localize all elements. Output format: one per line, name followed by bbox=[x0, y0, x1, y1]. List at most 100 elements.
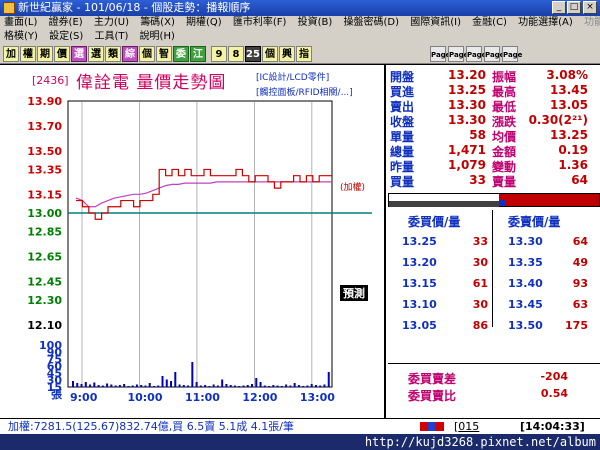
quote-value-2: 13.05 bbox=[550, 98, 588, 112]
menu-item-function-op[interactable]: 功能操作(F) bbox=[580, 16, 600, 30]
menu-item-finance[interactable]: 金融(C) bbox=[468, 16, 511, 30]
menu-item-settings[interactable]: 設定(S) bbox=[45, 30, 87, 44]
toolbar-button[interactable]: 權 bbox=[20, 46, 36, 62]
quote-value: 33 bbox=[469, 173, 486, 187]
quote-value: 13.30 bbox=[448, 98, 486, 112]
toolbar-button[interactable]: 加 bbox=[3, 46, 19, 62]
quote-row: 總量 1,471 金額 0.19 bbox=[388, 143, 600, 159]
page-button[interactable]: Page bbox=[502, 46, 522, 62]
toolbar-button[interactable]: 綜 bbox=[122, 46, 138, 62]
toolbar-button[interactable]: 興 bbox=[279, 46, 295, 62]
volume-bar bbox=[233, 385, 236, 387]
toolbar-button[interactable]: 智 bbox=[156, 46, 172, 62]
page-button[interactable]: Page bbox=[448, 46, 468, 62]
volume-bar bbox=[148, 383, 151, 387]
x-tick-label: 12:00 bbox=[242, 391, 277, 404]
quote-value-2: 64 bbox=[571, 173, 588, 187]
menu-item-securities[interactable]: 證券(E) bbox=[45, 16, 87, 30]
volume-bar bbox=[110, 384, 113, 387]
menu-item-password[interactable]: 操盤密碼(D) bbox=[340, 16, 404, 30]
toolbar: 加權期價選選類綜個智委江 9 8 25 個興指 Page Page Page Page Page bbox=[0, 44, 600, 64]
volume-bar bbox=[302, 386, 305, 387]
volume-bar bbox=[152, 386, 155, 387]
menu-item-major[interactable]: 主力(U) bbox=[90, 16, 133, 30]
toolbar-button[interactable]: 指 bbox=[296, 46, 312, 62]
volume-bar bbox=[101, 385, 104, 387]
volume-bar bbox=[161, 376, 164, 387]
volume-bar bbox=[259, 382, 262, 387]
volume-bar bbox=[106, 383, 109, 387]
toolbar-button[interactable]: 江 bbox=[190, 46, 206, 62]
page-button[interactable]: Page bbox=[430, 46, 450, 62]
volume-bar bbox=[251, 384, 254, 387]
volume-bar bbox=[242, 385, 245, 387]
ask-volume: 63 bbox=[572, 298, 588, 311]
menu-item-function-select[interactable]: 功能選擇(A) bbox=[514, 16, 577, 30]
meter-gray bbox=[389, 194, 499, 201]
maximize-button[interactable]: □ bbox=[567, 1, 581, 14]
book-row: 13.15 61 13.40 93 bbox=[388, 277, 600, 297]
volume-bar bbox=[118, 385, 121, 387]
plot-frame bbox=[67, 100, 333, 388]
toolbar-button[interactable]: 選 bbox=[71, 46, 87, 62]
toolbar-button[interactable]: 委 bbox=[173, 46, 189, 62]
menu-item-tools[interactable]: 工具(T) bbox=[90, 30, 132, 44]
quote-value-2: 3.08% bbox=[546, 68, 588, 82]
summary-label: 委買賣差 bbox=[408, 372, 457, 386]
toolbar-button[interactable]: 9 bbox=[211, 46, 227, 62]
price-tick-label: 12.85 bbox=[27, 226, 62, 239]
volume-bar bbox=[144, 385, 147, 387]
volume-bar bbox=[289, 385, 292, 387]
toolbar-button[interactable]: 個 bbox=[262, 46, 278, 62]
menu-item-invest[interactable]: 投資(B) bbox=[294, 16, 337, 30]
bid-price: 13.25 bbox=[402, 235, 437, 248]
toolbar-button[interactable]: 價 bbox=[54, 46, 70, 62]
code-box[interactable]: [015 bbox=[454, 419, 479, 434]
volume-bar bbox=[140, 385, 143, 387]
toolbar-button[interactable]: 類 bbox=[105, 46, 121, 62]
toolbar-button[interactable]: 8 bbox=[228, 46, 244, 62]
forecast-tag[interactable]: 預測 bbox=[340, 285, 368, 301]
menu-item-screen[interactable]: 畫面(L) bbox=[0, 16, 41, 30]
volume-bar bbox=[276, 385, 279, 387]
quote-row: 賣出 13.30 最低 13.05 bbox=[388, 98, 600, 114]
volume-bar bbox=[319, 385, 322, 387]
bid-price: 13.05 bbox=[402, 319, 437, 332]
volume-bar bbox=[268, 386, 271, 387]
toolbar-button[interactable]: 期 bbox=[37, 46, 53, 62]
bid-volume: 86 bbox=[472, 319, 488, 332]
taskbar: http://kujd3268.pixnet.net/album bbox=[0, 434, 600, 450]
quote-value: 58 bbox=[469, 128, 486, 142]
status-bar: 加權:7281.5(125.67)832.74億,買 6.5賣 5.1成 4.1… bbox=[0, 418, 600, 434]
quote-value-2: 0.30(2²¹) bbox=[528, 113, 588, 127]
page-button[interactable]: Page bbox=[484, 46, 504, 62]
main-area: [2436] 偉詮電 量價走勢圖 [IC設計/LCD零件] [觸控面板/RFID… bbox=[0, 65, 600, 418]
minimize-button[interactable]: _ bbox=[552, 1, 566, 14]
menu-item-options[interactable]: 期權(Q) bbox=[182, 16, 226, 30]
volume-bar bbox=[221, 379, 224, 387]
summary-value: 0.54 bbox=[540, 387, 568, 400]
menu-item-grid[interactable]: 格模(Y) bbox=[0, 30, 42, 44]
toolbar-button[interactable]: 個 bbox=[139, 46, 155, 62]
volume-bar bbox=[97, 385, 100, 387]
bid-volume: 30 bbox=[472, 256, 488, 269]
volume-bar bbox=[123, 384, 126, 387]
volume-bar bbox=[246, 385, 249, 387]
menu-item-intl[interactable]: 國際資訊(I) bbox=[406, 16, 465, 30]
volume-bar bbox=[114, 385, 117, 387]
menu-item-fx[interactable]: 匯市利率(F) bbox=[229, 16, 291, 30]
summary-divider bbox=[388, 363, 600, 364]
menu-item-help[interactable]: 說明(H) bbox=[136, 30, 179, 44]
toolbar-button[interactable]: 選 bbox=[88, 46, 104, 62]
volume-bar bbox=[280, 386, 283, 387]
volume-bar bbox=[212, 384, 215, 387]
volume-bar bbox=[323, 384, 326, 387]
menu-item-chips[interactable]: 籌碼(X) bbox=[136, 16, 179, 30]
page-button[interactable]: Page bbox=[466, 46, 486, 62]
volume-bar bbox=[178, 384, 181, 387]
toolbar-button[interactable]: 25 bbox=[245, 46, 261, 62]
price-volume-chart: 9:00 10:00 11:00 12:00 13:00 13.90 13.70 13.50 1… bbox=[27, 95, 372, 404]
volume-bar bbox=[131, 385, 134, 387]
watermark: http://kujd3268.pixnet.net/album bbox=[364, 435, 596, 449]
close-button[interactable]: × bbox=[583, 1, 597, 14]
